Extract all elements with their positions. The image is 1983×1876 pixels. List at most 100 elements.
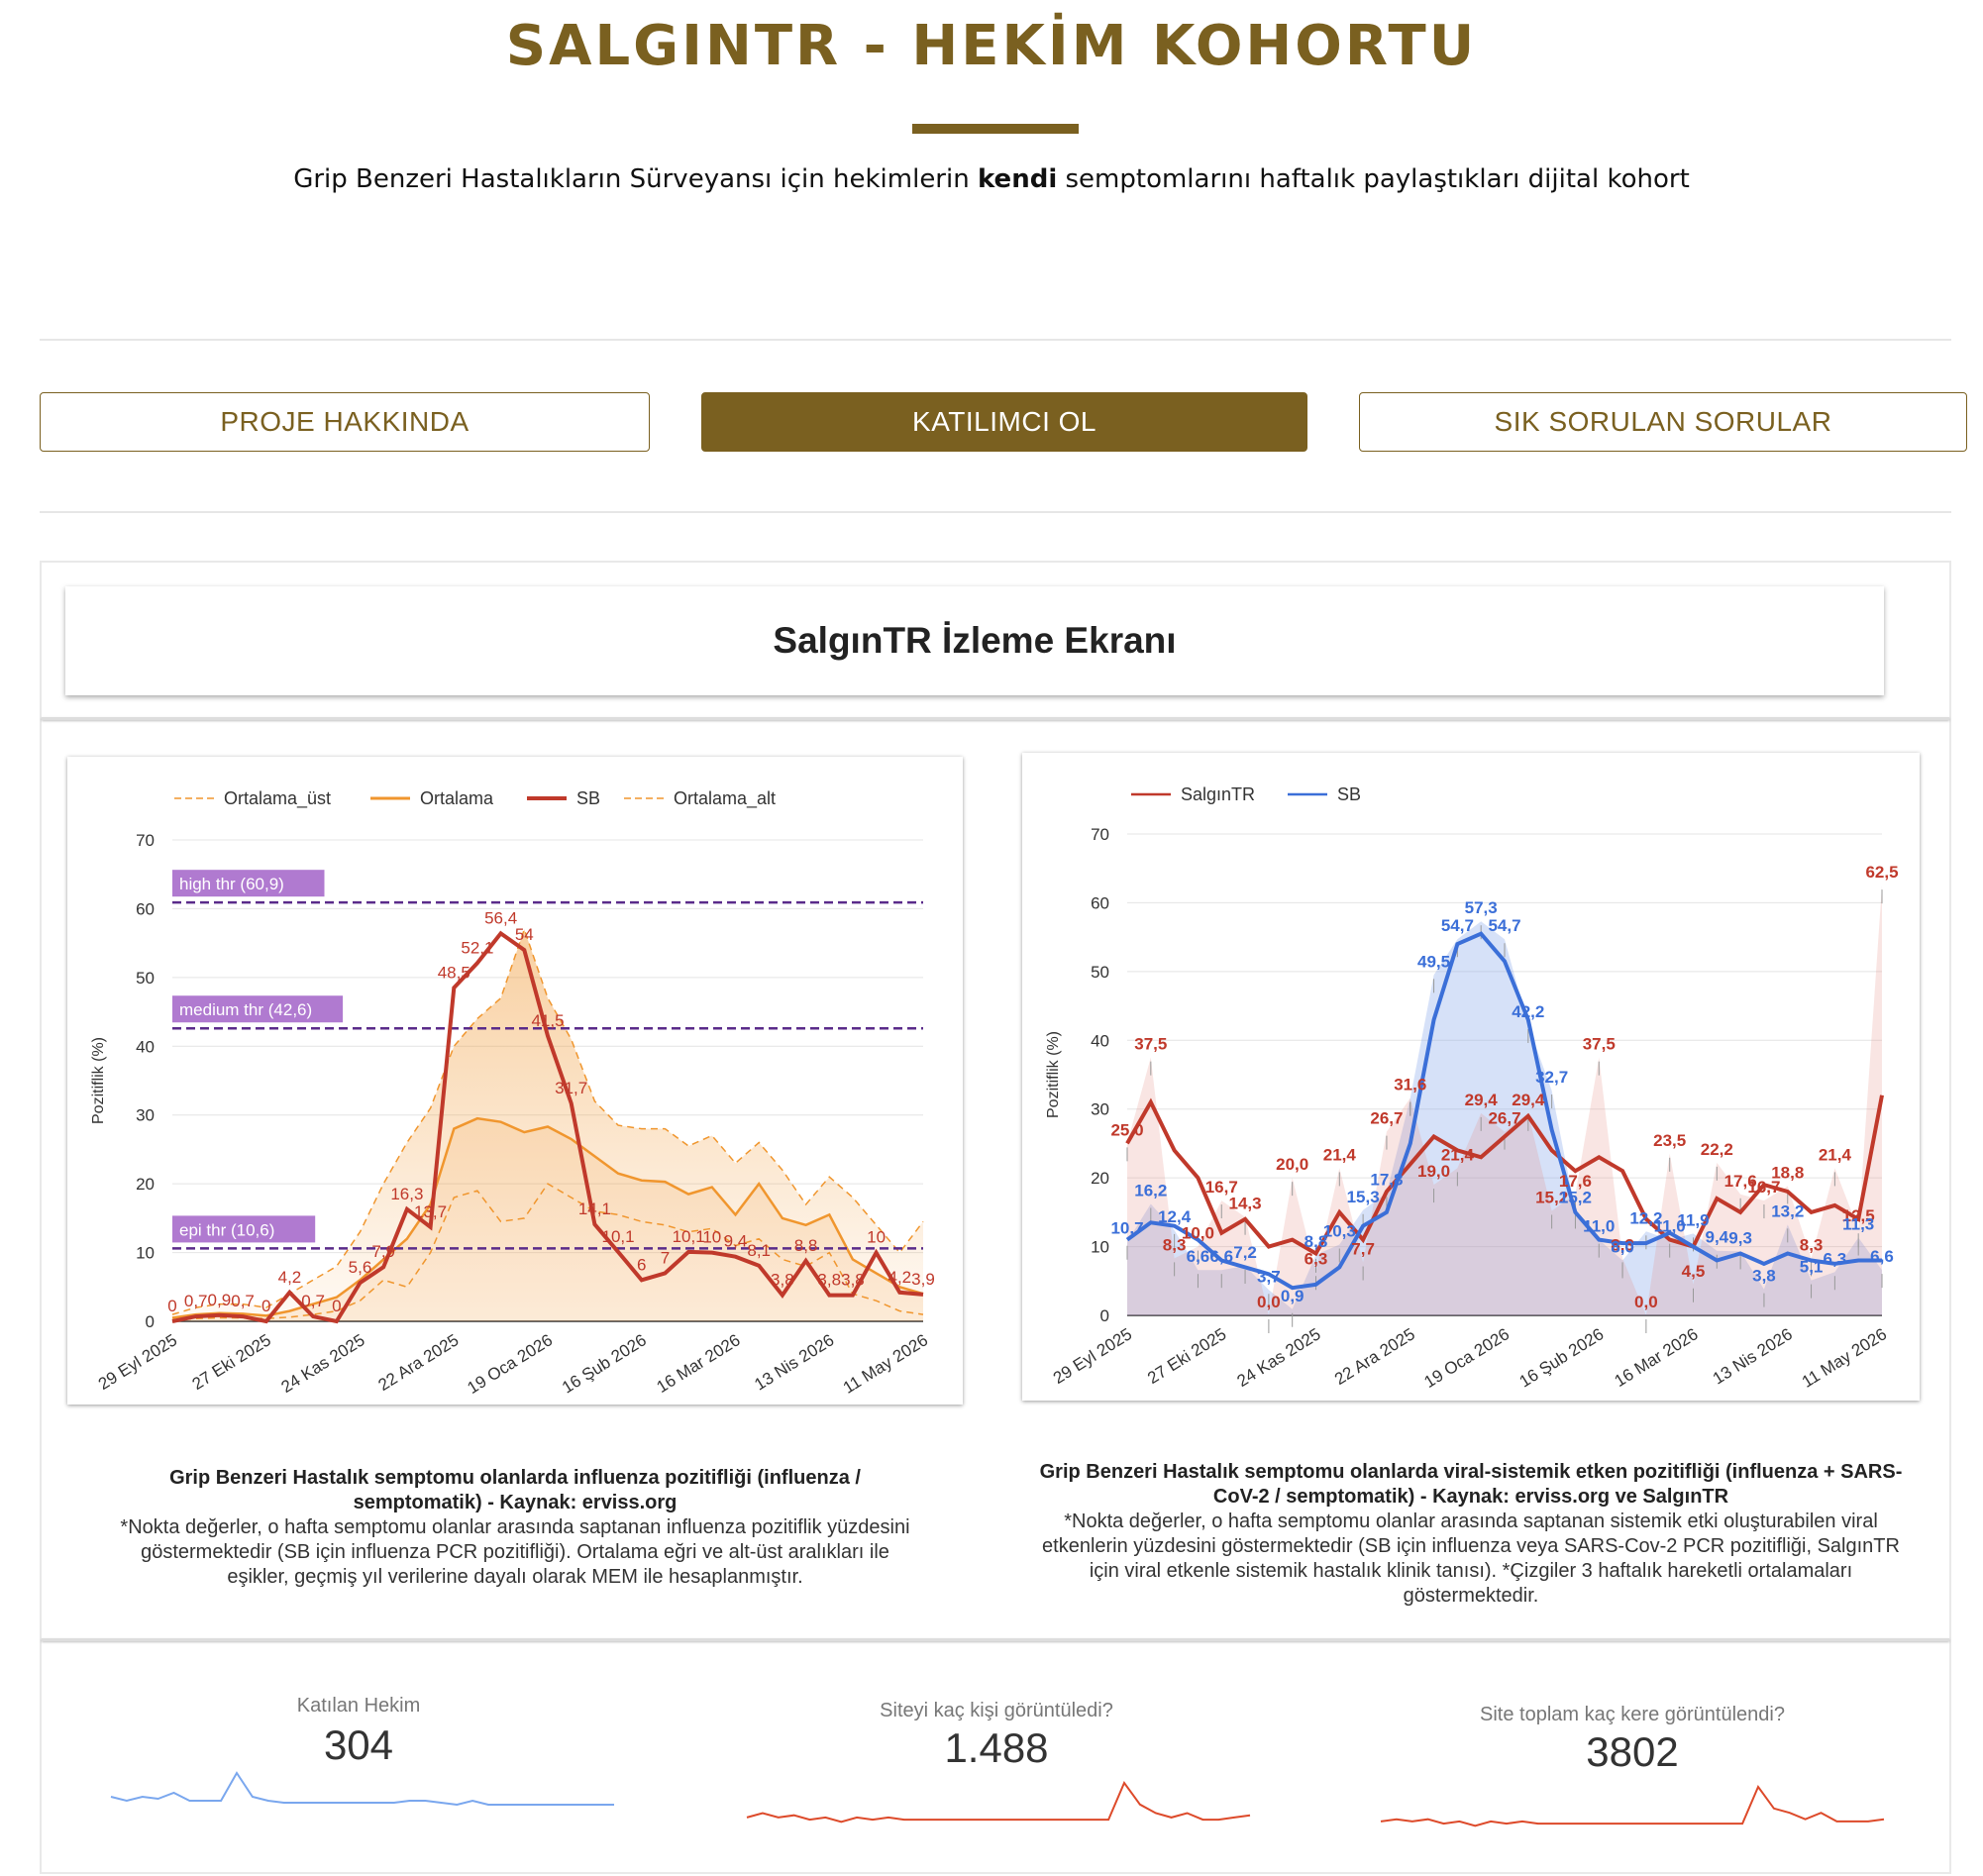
salgintr-data-label: 37,5 [1134, 1035, 1167, 1054]
viral-chart-card[interactable]: 0 10 20 30 40 50 60 70 29 Eyl 2025 27 Eki 2025 24 … [1022, 753, 1920, 1401]
sb-data-label: 48,5 [438, 963, 470, 982]
sb-data-label: 56,4 [484, 908, 517, 927]
influenza-x-tick-label: 19 Oca 2026 [464, 1330, 556, 1398]
divider-nav [40, 511, 1951, 513]
sb-data-label: 54,7 [1488, 916, 1520, 935]
salgintr-data-label: 21,4 [1323, 1145, 1357, 1164]
influenza-y-tick-label: 20 [136, 1175, 155, 1194]
sb-data-label: 14,1 [578, 1199, 611, 1218]
sb-data-label: 0,7 [231, 1292, 255, 1310]
visitors-label: Siteyi kaç kişi görüntüledi? [880, 1700, 1113, 1721]
salgintr-data-label: 26,7 [1488, 1109, 1520, 1128]
stats-separator [42, 1638, 1949, 1641]
sb-data-label: 17,8 [1370, 1170, 1403, 1189]
salgintr-data-label: 29,4 [1465, 1091, 1499, 1109]
influenza-chart[interactable]: 01020304050607029 Eyl 2025 27 Eki 2025 24 … [67, 757, 963, 1405]
sb-data-label: 13,7 [414, 1202, 447, 1221]
sb-data-label: 31,7 [555, 1079, 587, 1097]
salgintr-data-label: 20,0 [1276, 1155, 1308, 1174]
salgintr-data-label: 10,0 [1182, 1224, 1214, 1243]
sb-data-label: 52,1 [461, 938, 493, 957]
viral-x-tick-label: 16 Şub 2026 [1516, 1324, 1608, 1391]
threshold-label: epi thr (10,6) [179, 1220, 274, 1239]
sb-data-label: 9,3 [1728, 1228, 1752, 1247]
sb-data-label: 15,2 [1559, 1188, 1592, 1206]
sb-data-label: 0,7 [184, 1292, 208, 1310]
sb-data-label: 54,7 [1441, 916, 1474, 935]
sb-data-label: 5,6 [349, 1258, 372, 1277]
sb-data-label: 3,8 [1752, 1267, 1776, 1286]
influenza-y-tick-label: 60 [136, 899, 155, 918]
viral-y-tick-label: 40 [1091, 1031, 1109, 1050]
sb-data-label: 9,4 [724, 1232, 748, 1251]
sb-data-label: 3,8 [841, 1271, 865, 1290]
salgintr-data-label: 29,4 [1512, 1091, 1545, 1109]
viral-y-tick-label: 0 [1100, 1306, 1109, 1325]
viral-x-tick-label: 16 Mar 2026 [1612, 1324, 1702, 1391]
influenza-x-tick-label: 13 Nis 2026 [751, 1330, 837, 1394]
viral-x-tick-label: 11 May 2026 [1799, 1324, 1890, 1392]
sb-data-label: 6,6 [1187, 1247, 1210, 1266]
salgintr-data-label: 18,8 [1771, 1163, 1804, 1182]
viral-y-tick-label: 30 [1091, 1100, 1109, 1119]
sb-data-label: 16,2 [1134, 1182, 1167, 1200]
influenza-y-tick-label: 10 [136, 1244, 155, 1263]
title-underline [912, 124, 1079, 134]
faq-button[interactable]: SIK SORULAN SORULAR [1359, 392, 1967, 452]
salgintr-data-label: 8,3 [1800, 1235, 1824, 1254]
viral-x-tick-label: 27 Eki 2025 [1144, 1324, 1229, 1388]
influenza-y-axis-label: Pozitiflik (%) [90, 1037, 107, 1124]
influenza-x-tick-label: 11 May 2026 [840, 1330, 931, 1398]
influenza-y-tick-label: 40 [136, 1037, 155, 1056]
sb-data-label: 11,9 [1677, 1210, 1709, 1229]
join-button[interactable]: KATILIMCI OL [701, 392, 1307, 452]
sb-data-label: 16,3 [390, 1185, 423, 1203]
influenza-y-tick-label: 50 [136, 969, 155, 988]
sb-data-label: 10 [702, 1228, 721, 1247]
influenza-x-tick-label: 22 Ara 2025 [375, 1330, 463, 1395]
influenza-x-tick-label: 24 Kas 2025 [278, 1330, 368, 1397]
sb-data-label: 32,7 [1535, 1068, 1568, 1087]
sb-data-label: 0,9 [208, 1291, 232, 1309]
sb-data-label: 3,9 [911, 1270, 935, 1289]
participants-value: 304 [323, 1721, 394, 1768]
viral-caption-note: *Nokta değerler, o hafta semptomu olanla… [1042, 1511, 1900, 1607]
salgintr-data-label: 14,3 [1229, 1195, 1262, 1213]
influenza-chart-card[interactable]: 0 10 20 30 40 50 60 70 29 Eyl 2025 27 Eki 2025 24 … [67, 757, 963, 1405]
salgintr-data-label: 21,4 [1441, 1145, 1475, 1164]
sparkline-path [1380, 1784, 1885, 1827]
sb-data-label: 42,2 [1512, 1002, 1544, 1021]
influenza-caption-note: *Nokta değerler, o hafta semptomu olanla… [120, 1516, 910, 1588]
influenza-chart-caption: Grip Benzeri Hastalık semptomu olanlarda… [109, 1466, 921, 1590]
sb-data-label: 10 [867, 1228, 886, 1247]
viral-chart[interactable]: 0 10 20 30 40 50 60 70 29 Eyl 2025 27 Eki 2025 24 … [1022, 753, 1920, 1401]
viral-caption-title: Grip Benzeri Hastalık semptomu olanlarda… [1039, 1461, 1903, 1508]
sb-data-label: 10,1 [673, 1227, 705, 1246]
pageviews-label: Site toplam kaç kere görüntülendi? [1480, 1704, 1785, 1725]
salgintr-data-label: 0,0 [1257, 1293, 1281, 1311]
salgintr-data-label: 25,0 [1110, 1120, 1143, 1139]
sb-data-label: 6,6 [1870, 1247, 1894, 1266]
sb-data-label: 7,9 [371, 1242, 395, 1261]
visitors-sparkline[interactable] [743, 1779, 1254, 1834]
divider-top [40, 339, 1951, 341]
sb-data-label: 0 [167, 1297, 176, 1315]
sb-data-label: 49,5 [1417, 952, 1450, 971]
sb-data-label: 0,9 [1281, 1287, 1305, 1305]
subtitle-text-end: semptomlarını haftalık paylaştıkları dij… [1057, 164, 1690, 194]
sb-data-label: 5,1 [1800, 1258, 1824, 1277]
viral-chart-caption: Grip Benzeri Hastalık semptomu olanlarda… [1030, 1460, 1912, 1609]
sb-data-label: 10,3 [1323, 1221, 1356, 1240]
salgintr-data-label: 62,5 [1865, 863, 1898, 882]
legend-label: SB [576, 788, 600, 808]
salgintr-data-label: 7,7 [1351, 1240, 1375, 1259]
sb-data-label: 8,1 [747, 1241, 771, 1260]
salgintr-data-label: 19,0 [1417, 1162, 1450, 1181]
participants-sparkline[interactable] [107, 1769, 618, 1824]
influenza-x-tick-label: 29 Eyl 2025 [95, 1330, 180, 1394]
sb-data-label: 57,3 [1465, 898, 1498, 917]
pageviews-sparkline[interactable] [1377, 1783, 1888, 1838]
about-button[interactable]: PROJE HAKKINDA [40, 392, 650, 452]
legend-label: Ortalama_üst [224, 788, 331, 809]
threshold-label: high thr (60,9) [179, 875, 284, 893]
